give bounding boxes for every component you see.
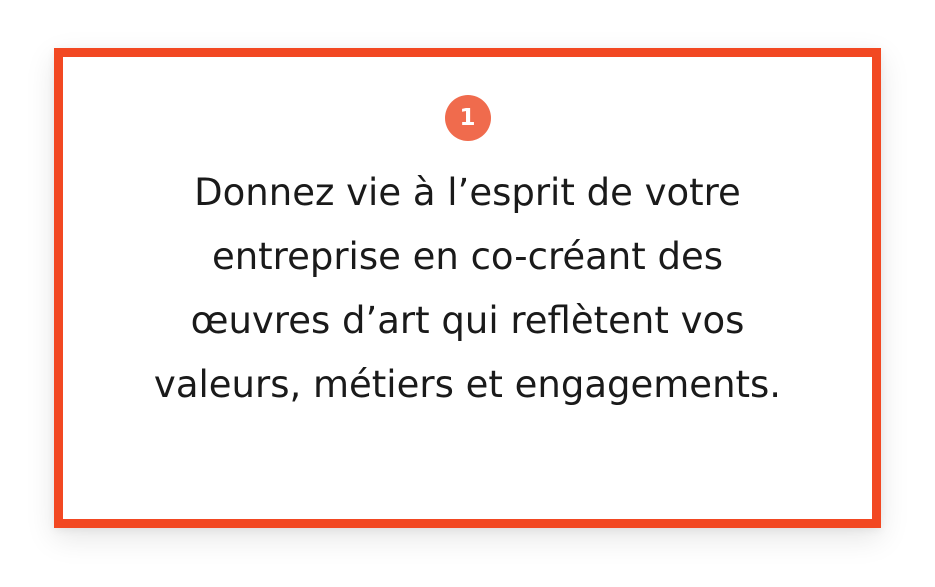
card-text: Donnez vie à l’esprit de votre entrepris… (153, 171, 782, 406)
step-number-badge: 1 (444, 95, 491, 141)
page: 1 Donnez vie à l’esprit de votre entrepr… (0, 0, 935, 587)
feature-card: 1 Donnez vie à l’esprit de votre entrepr… (54, 48, 881, 528)
